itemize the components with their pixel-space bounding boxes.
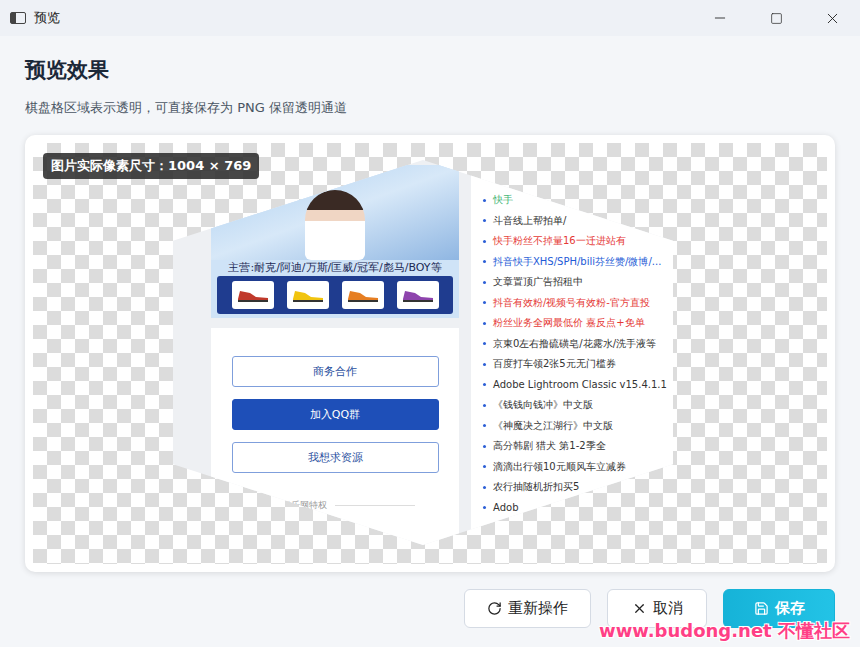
divider-text: 新小刀娱乐网特权: [255, 499, 415, 512]
article-list: 快手斗音线上帮拍单/快手粉丝不掉量16一迁进站有抖音快手XHS/SPH/bili…: [471, 160, 673, 545]
photo: [211, 165, 459, 260]
list-item[interactable]: 百度打车领2张5元无门槛券: [483, 354, 673, 375]
list-item[interactable]: 文章置顶广告招租中: [483, 272, 673, 293]
preview-window: 预览预览效果棋盘格区域表示透明，可直接保存为 PNG 保留透明通道主营:耐克/阿…: [0, 0, 860, 647]
list-item[interactable]: 快手粉丝不掉量16一迁进站有: [483, 231, 673, 252]
shoe-tile: [397, 281, 439, 309]
checkerboard: 主营:耐克/阿迪/万斯/匡威/冠军/彪马/BOY等商务合作加入QQ群我想求资源新…: [33, 143, 827, 564]
title-bar: 预览: [0, 0, 860, 36]
menu-card: 商务合作加入QQ群我想求资源新小刀娱乐网特权: [211, 328, 459, 545]
window-title: 预览: [34, 9, 692, 27]
list-item[interactable]: 高分韩剧 猎犬 第1-2季全: [483, 436, 673, 457]
shoe-icon: [236, 287, 270, 303]
list-item[interactable]: 滴滴出行领10元顺风车立减券: [483, 457, 673, 478]
menu-button[interactable]: 商务合作: [232, 356, 439, 387]
menu-button[interactable]: 加入QQ群: [232, 399, 439, 430]
size-badge: 图片实际像素尺寸：1004 × 769: [43, 153, 259, 179]
maximize-button[interactable]: [748, 0, 804, 36]
save-icon: [754, 601, 769, 616]
list-item[interactable]: 抖音有效粉/视频号有效粉-官方直投: [483, 293, 673, 314]
cancel-icon: [632, 601, 647, 616]
list-item[interactable]: 斗音线上帮拍单/: [483, 211, 673, 232]
list-item[interactable]: 京東0左右撸硫磺皂/花露水/洗手液等: [483, 334, 673, 355]
list-item[interactable]: 《神魔决之江湖行》中文版: [483, 416, 673, 437]
shoe-icon: [346, 287, 380, 303]
retry-button[interactable]: 重新操作: [464, 589, 591, 628]
dialog-body: 预览效果棋盘格区域表示透明，可直接保存为 PNG 保留透明通道主营:耐克/阿迪/…: [0, 36, 860, 647]
banner-caption: 主营:耐克/阿迪/万斯/匡威/冠军/彪马/BOY等: [211, 260, 459, 276]
list-item[interactable]: 粉丝业务全网最低价 嘉反点+免单: [483, 313, 673, 334]
app-icon: [10, 12, 26, 24]
list-item[interactable]: 快手: [483, 190, 673, 211]
list-item[interactable]: 《钱钱向钱冲》中文版: [483, 395, 673, 416]
shoe-icon: [291, 287, 325, 303]
person-figure: [305, 190, 365, 260]
close-icon: [824, 10, 841, 27]
shoe-tile: [232, 281, 274, 309]
close-button[interactable]: [804, 0, 860, 36]
preview-card: 主营:耐克/阿迪/万斯/匡威/冠军/彪马/BOY等商务合作加入QQ群我想求资源新…: [25, 135, 835, 572]
preview-image: 主营:耐克/阿迪/万斯/匡威/冠军/彪马/BOY等商务合作加入QQ群我想求资源新…: [173, 160, 673, 545]
retry-icon: [487, 601, 502, 616]
minimize-icon: [712, 10, 728, 26]
watermark: www.budong.net 不懂社区: [599, 619, 850, 643]
list-item[interactable]: Adob: [483, 498, 673, 519]
maximize-icon: [770, 12, 783, 25]
left-column: 主营:耐克/阿迪/万斯/匡威/冠军/彪马/BOY等商务合作加入QQ群我想求资源新…: [173, 160, 465, 545]
shoe-strip: [217, 276, 453, 314]
list-item[interactable]: 抖音快手XHS/SPH/bili芬丝赞/微博/...: [483, 252, 673, 273]
banner: 主营:耐克/阿迪/万斯/匡威/冠军/彪马/BOY等: [211, 165, 459, 318]
list-item[interactable]: Adobe Lightroom Classic v15.4.1.1: [483, 375, 673, 396]
shoe-icon: [401, 287, 435, 303]
shoe-tile: [287, 281, 329, 309]
list-item[interactable]: 农行抽随机折扣买5: [483, 477, 673, 498]
menu-button[interactable]: 我想求资源: [232, 442, 439, 473]
subtitle: 棋盘格区域表示透明，可直接保存为 PNG 保留透明通道: [25, 98, 835, 118]
heading: 预览效果: [25, 56, 835, 84]
shoe-tile: [342, 281, 384, 309]
minimize-button[interactable]: [692, 0, 748, 36]
